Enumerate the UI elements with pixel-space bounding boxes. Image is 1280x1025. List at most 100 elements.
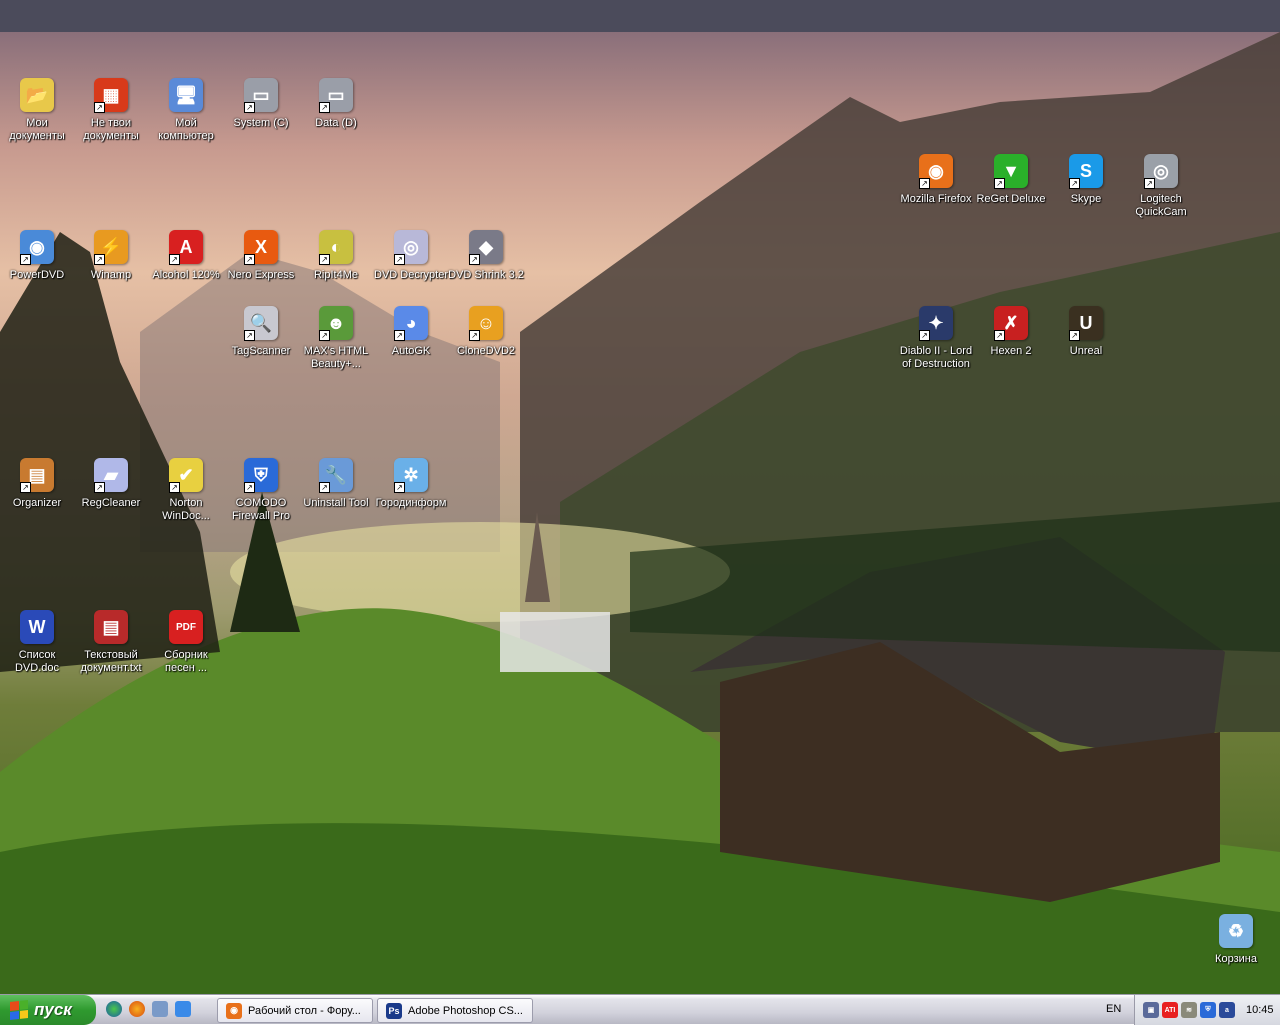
desktop-icon[interactable]: ◐ ↗ RipIt4Me (298, 230, 374, 282)
firefox-icon[interactable] (129, 1001, 145, 1017)
desktop-icon-label: Mozilla Firefox (900, 193, 972, 205)
shortcut-arrow-icon: ↗ (469, 330, 480, 341)
desktop-icon-label: Unreal (1069, 345, 1103, 357)
app-icon: 🖥 (169, 78, 203, 112)
desktop-icon-label: Winamp (90, 269, 132, 281)
desktop-icon-label: Список DVD.doc (14, 649, 60, 674)
shortcut-arrow-icon: ↗ (319, 254, 330, 265)
desktop-icon[interactable]: ◎ ↗ Logitech QuickCam (1123, 154, 1199, 219)
desktop-icon[interactable]: 🖥 Мой компьютер (148, 78, 224, 143)
desktop-icon-label: Skype (1070, 193, 1102, 205)
shortcut-arrow-icon: ↗ (244, 254, 255, 265)
desktop-icon[interactable]: ✦ ↗ Diablo II - Lord of Destruction (898, 306, 974, 371)
desktop-icon[interactable]: ♻ Корзина (1198, 914, 1274, 966)
desktop-icon[interactable]: ◎ ↗ DVD Decrypter (373, 230, 449, 282)
desktop-icon[interactable]: A ↗ Alcohol 120% (148, 230, 224, 282)
desktop-icon-label: Корзина (1215, 953, 1257, 965)
task-button-photoshop[interactable]: Ps Adobe Photoshop CS... (377, 998, 533, 1023)
desktop-icon-label: Logitech QuickCam (1135, 193, 1187, 218)
desktop-icon[interactable]: ▦ ↗ Не твои документы (73, 78, 149, 143)
network-tray-icon[interactable]: ▣ (1143, 1002, 1159, 1018)
desktop-icon[interactable]: ▤ Текстовый документ.txt (73, 610, 149, 675)
shortcut-arrow-icon: ↗ (244, 482, 255, 493)
desktop-icon-label: Data (D) (315, 117, 357, 129)
desktop-icon[interactable]: ⚡ ↗ Winamp (73, 230, 149, 282)
desktop-icon[interactable]: 🔧 ↗ Uninstall Tool (298, 458, 374, 510)
shortcut-arrow-icon: ↗ (169, 254, 180, 265)
desktop-icon[interactable]: ▤ ↗ Organizer (0, 458, 75, 510)
top-bar (0, 0, 1280, 32)
ati-tray-icon[interactable]: ATI (1162, 1002, 1178, 1018)
shortcut-arrow-icon: ↗ (94, 482, 105, 493)
shortcut-arrow-icon: ↗ (919, 330, 930, 341)
desktop-icon-label: Nero Express (227, 269, 295, 281)
desktop-icon[interactable]: ✔ ↗ Norton WinDoc... (148, 458, 224, 523)
desktop-icon[interactable]: X ↗ Nero Express (223, 230, 299, 282)
photoshop-icon: Ps (386, 1002, 402, 1019)
desktop-icon-label: Uninstall Tool (303, 497, 369, 509)
desktop-icon[interactable]: ✗ ↗ Hexen 2 (973, 306, 1049, 358)
desktop-icon[interactable]: ☻ ↗ MAX's HTML Beauty+... (298, 306, 374, 371)
language-indicator[interactable]: EN (1106, 1003, 1121, 1015)
task-label: Adobe Photoshop CS... (408, 1004, 523, 1017)
shortcut-arrow-icon: ↗ (994, 330, 1005, 341)
desktop[interactable]: 📂 Мои документы ▦ ↗ Не твои документы 🖥 Мой ко… (0, 32, 1280, 994)
desktop-icon-label: CloneDVD2 (456, 345, 516, 357)
app-icon: ▤ (94, 610, 128, 644)
desktop-icon-label: AutoGK (391, 345, 431, 357)
shortcut-arrow-icon: ↗ (94, 254, 105, 265)
task-button-forum[interactable]: ◉ Рабочий стол - Фору... (217, 998, 373, 1023)
comodo-tray-icon[interactable]: ⛨ (1200, 1002, 1216, 1018)
desktop-icon[interactable]: 📂 Мои документы (0, 78, 75, 143)
shortcut-arrow-icon: ↗ (1069, 178, 1080, 189)
agent-tray-icon[interactable]: a (1219, 1002, 1235, 1018)
shortcut-arrow-icon: ↗ (319, 102, 330, 113)
desktop-icon-label: Сборник песен ... (164, 649, 208, 674)
desktop-icon-label: DVD Shrink 3.2 (448, 269, 524, 281)
desktop-icon[interactable]: ☺ ↗ CloneDVD2 (448, 306, 524, 358)
desktop-icon-label: Мои документы (9, 117, 65, 142)
shortcut-arrow-icon: ↗ (919, 178, 930, 189)
system-tray: ▣ ATI ≋ ⛨ a 10:45 (1134, 995, 1280, 1025)
desktop-icon[interactable]: ⛨ ↗ COMODO Firewall Pro (223, 458, 299, 523)
desktop-icon-label: Мой компьютер (158, 117, 214, 142)
desktop-icon[interactable]: 🔍 ↗ TagScanner (223, 306, 299, 358)
shortcut-arrow-icon: ↗ (394, 254, 405, 265)
shortcut-arrow-icon: ↗ (319, 482, 330, 493)
shortcut-arrow-icon: ↗ (1144, 178, 1155, 189)
desktop-icon-label: RipIt4Me (313, 269, 359, 281)
desktop-icon[interactable]: ◉ ↗ PowerDVD (0, 230, 75, 282)
desktop-icon[interactable]: ✲ ↗ Городинформ (373, 458, 449, 510)
desktop-icon-label: Alcohol 120% (152, 269, 220, 281)
desktop-icon-label: Городинформ (375, 497, 447, 509)
desktop-icon-label: PowerDVD (9, 269, 65, 281)
shortcut-arrow-icon: ↗ (1069, 330, 1080, 341)
desktop-icon[interactable]: ▰ ↗ RegCleaner (73, 458, 149, 510)
network-icon[interactable] (152, 1001, 168, 1017)
desktop-icon-label: Текстовый документ.txt (80, 649, 142, 674)
desktop-icon[interactable]: ◕ ↗ AutoGK (373, 306, 449, 358)
firefox-icon: ◉ (226, 1002, 242, 1019)
edit-icon[interactable] (175, 1001, 191, 1017)
start-label: пуск (34, 1000, 72, 1019)
desktop-icon[interactable]: ▭ ↗ Data (D) (298, 78, 374, 130)
desktop-icon-label: DVD Decrypter (374, 269, 448, 281)
desktop-icon[interactable]: ◆ ↗ DVD Shrink 3.2 (448, 230, 524, 282)
app-icon: PDF (169, 610, 203, 644)
internet-icon[interactable] (106, 1001, 122, 1017)
shortcut-arrow-icon: ↗ (394, 330, 405, 341)
desktop-icon-label: System (C) (233, 117, 289, 129)
desktop-icon[interactable]: ▭ ↗ System (C) (223, 78, 299, 130)
desktop-icon[interactable]: PDF Сборник песен ... (148, 610, 224, 675)
desktop-icon-label: ReGet Deluxe (976, 193, 1046, 205)
desktop-icon[interactable]: S ↗ Skype (1048, 154, 1124, 206)
desktop-icon[interactable]: U ↗ Unreal (1048, 306, 1124, 358)
app-icon: 📂 (20, 78, 54, 112)
desktop-icon-label: COMODO Firewall Pro (231, 497, 291, 522)
desktop-icon[interactable]: W Список DVD.doc (0, 610, 75, 675)
clock[interactable]: 10:45 (1246, 1004, 1274, 1016)
desktop-icon[interactable]: ◉ ↗ Mozilla Firefox (898, 154, 974, 206)
desktop-icon[interactable]: ▼ ↗ ReGet Deluxe (973, 154, 1049, 206)
sound-tray-icon[interactable]: ≋ (1181, 1002, 1197, 1018)
start-button[interactable]: пуск (0, 995, 96, 1025)
